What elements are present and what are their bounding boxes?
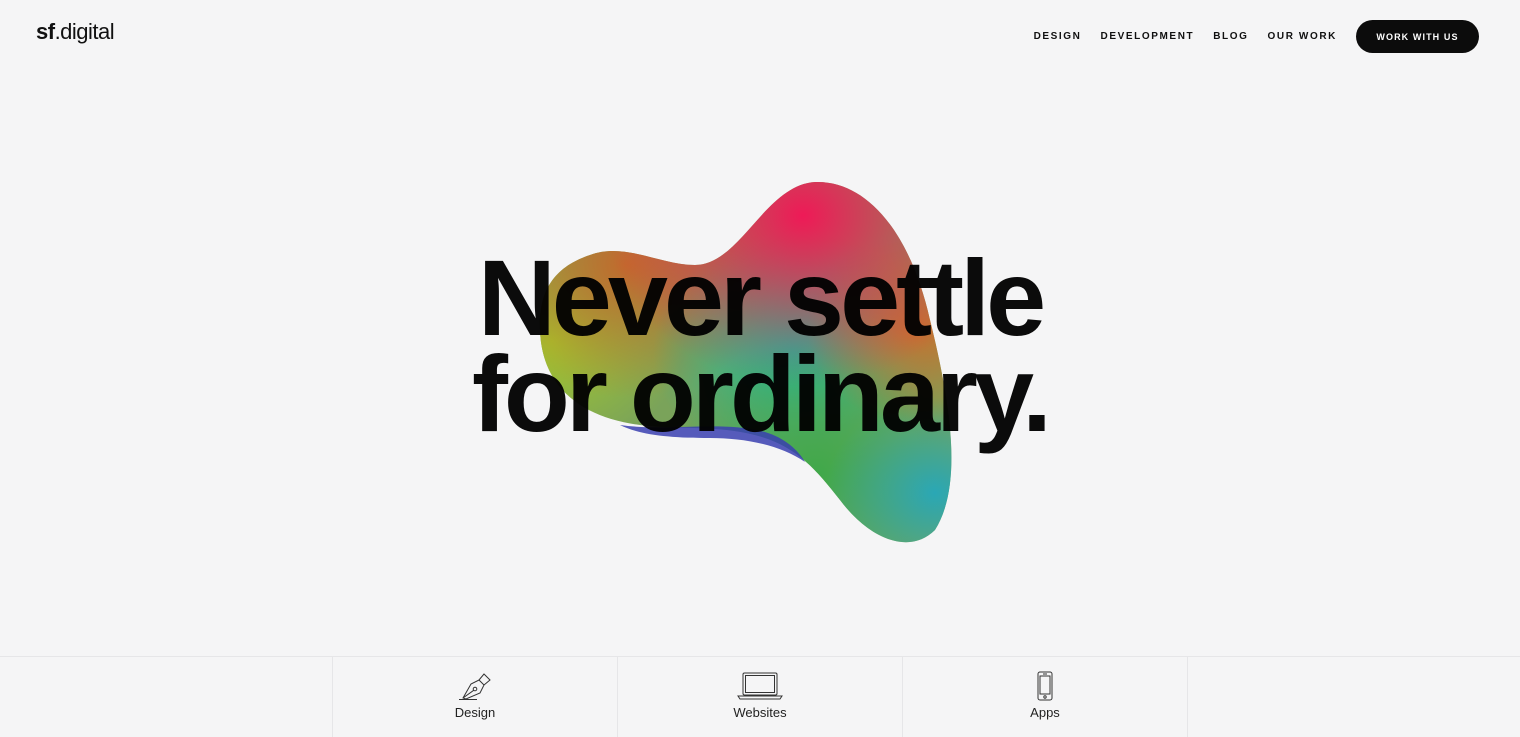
hero-headline-line-2: for ordinary.: [471, 333, 1052, 454]
main-nav: DESIGN DEVELOPMENT BLOG OUR WORK WORK WI…: [1015, 20, 1479, 53]
hero-headline-line-1: Never settle: [477, 237, 1046, 358]
work-with-us-button[interactable]: WORK WITH US: [1356, 20, 1479, 53]
service-design[interactable]: Design: [332, 657, 617, 737]
nav-item-design[interactable]: DESIGN: [1034, 31, 1082, 42]
nav-item-blog[interactable]: BLOG: [1213, 31, 1248, 42]
nav-item-development[interactable]: DEVELOPMENT: [1101, 31, 1195, 42]
pen-nib-icon: [457, 671, 493, 701]
hero-headline: Never settle for ordinary.: [0, 237, 1520, 454]
page: sf.digital DESIGN DEVELOPMENT BLOG OUR W…: [0, 0, 1520, 737]
service-label-apps: Apps: [1030, 705, 1060, 720]
service-label-design: Design: [454, 705, 496, 720]
logo-bold-text: sf: [36, 19, 55, 44]
service-websites[interactable]: Websites: [617, 657, 902, 737]
services-bar: Design Websites Apps: [0, 656, 1520, 737]
service-apps[interactable]: Apps: [902, 657, 1188, 737]
logo-light-text: .digital: [54, 19, 115, 44]
nav-item-our-work[interactable]: OUR WORK: [1268, 31, 1337, 42]
logo[interactable]: sf.digital: [36, 19, 115, 45]
smartphone-icon: [1036, 671, 1054, 701]
service-label-websites: Websites: [733, 705, 787, 720]
laptop-icon: [737, 671, 783, 701]
